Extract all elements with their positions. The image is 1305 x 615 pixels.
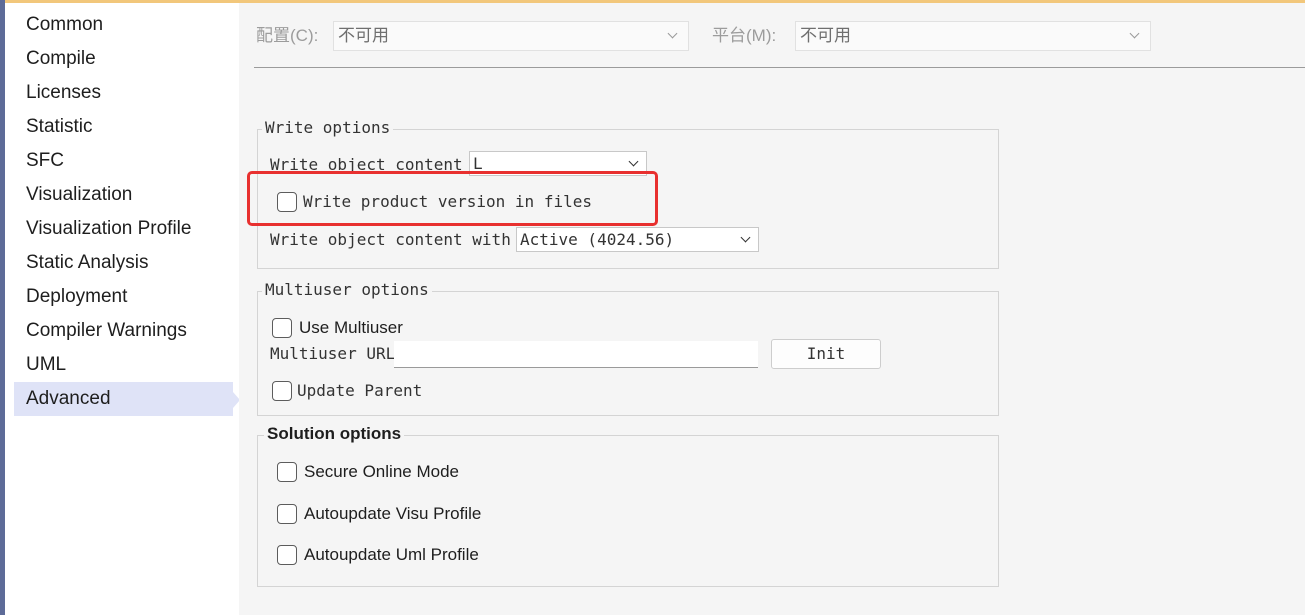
sidebar-item-static-analysis[interactable]: Static Analysis — [14, 246, 233, 280]
chevron-down-icon — [1129, 28, 1140, 39]
sidebar-item-statistic[interactable]: Statistic — [14, 110, 233, 144]
update-parent-label: Update Parent — [297, 381, 423, 400]
sidebar-item-visualization-profile[interactable]: Visualization Profile — [14, 212, 233, 246]
multiuser-url-label: Multiuser URL: — [270, 344, 405, 363]
update-parent-checkbox[interactable] — [272, 381, 292, 401]
init-button[interactable]: Init — [771, 339, 881, 369]
use-multiuser-checkbox[interactable] — [272, 318, 292, 338]
sidebar: Common Compile Licenses Statistic SFC Vi… — [5, 3, 240, 615]
sidebar-item-sfc[interactable]: SFC — [14, 144, 233, 178]
sidebar-item-deployment[interactable]: Deployment — [14, 280, 233, 314]
solution-options-legend: Solution options — [264, 424, 405, 444]
autoupdate-uml-label: Autoupdate Uml Profile — [304, 545, 479, 564]
write-content-with-value: Active (4024.56) — [520, 230, 675, 249]
configuration-value: 不可用 — [338, 26, 389, 45]
multiuser-url-input[interactable] — [394, 341, 758, 368]
autoupdate-visu-label: Autoupdate Visu Profile — [304, 504, 482, 523]
secure-online-checkbox[interactable] — [277, 462, 297, 482]
chevron-down-icon — [667, 28, 678, 39]
sidebar-item-compile[interactable]: Compile — [14, 42, 233, 76]
platform-label: 平台(M): — [712, 26, 777, 45]
sidebar-item-licenses[interactable]: Licenses — [14, 76, 233, 110]
main-panel: 配置(C): 不可用 平台(M): 不可用 Write options Writ… — [239, 3, 1305, 615]
autoupdate-visu-checkbox[interactable] — [277, 504, 297, 524]
secure-online-label: Secure Online Mode — [304, 462, 459, 481]
sidebar-item-uml[interactable]: UML — [14, 348, 233, 382]
chevron-down-icon — [628, 156, 639, 167]
write-content-with-dropdown[interactable]: Active (4024.56) — [516, 227, 759, 252]
sidebar-item-common[interactable]: Common — [14, 8, 233, 42]
chevron-down-icon — [740, 232, 751, 243]
write-options-legend: Write options — [262, 118, 394, 137]
platform-value: 不可用 — [800, 26, 851, 45]
use-multiuser-label: Use Multiuser — [299, 318, 403, 337]
autoupdate-uml-checkbox[interactable] — [277, 545, 297, 565]
sidebar-item-visualization[interactable]: Visualization — [14, 178, 233, 212]
sidebar-item-compiler-warnings[interactable]: Compiler Warnings — [14, 314, 233, 348]
multiuser-options-legend: Multiuser options — [262, 280, 432, 299]
toolbar-separator — [254, 67, 1305, 68]
highlight-box — [247, 171, 658, 226]
configuration-select[interactable]: 不可用 — [333, 21, 689, 51]
sidebar-item-advanced[interactable]: Advanced — [14, 382, 233, 416]
platform-select[interactable]: 不可用 — [795, 21, 1151, 51]
configuration-label: 配置(C): — [256, 26, 319, 45]
write-content-with-label: Write object content with P — [270, 230, 516, 249]
